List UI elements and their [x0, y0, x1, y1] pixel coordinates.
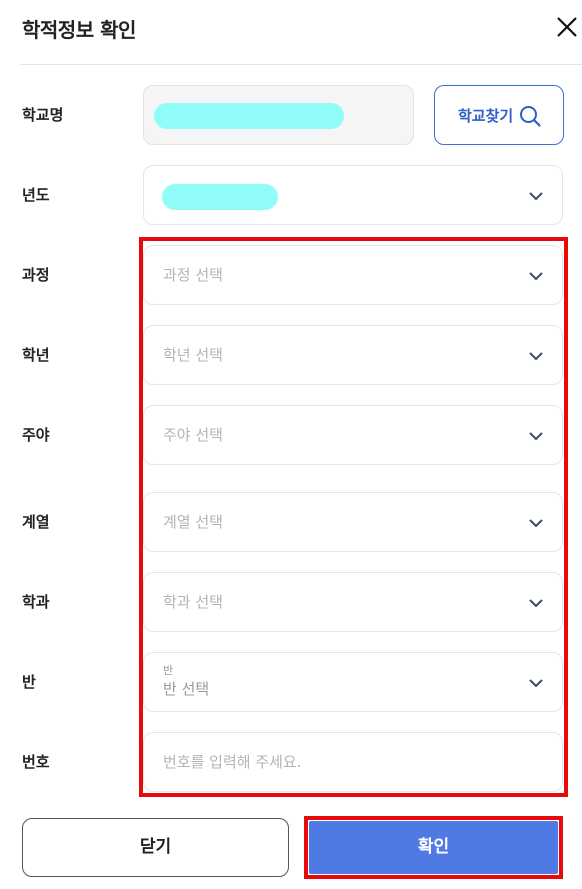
find-school-label: 학교찾기	[458, 107, 514, 125]
redacted-year-value	[162, 184, 278, 210]
number-label: 번호	[22, 753, 50, 771]
daynight-select[interactable]: 주야 선택	[143, 405, 563, 465]
daynight-label: 주야	[22, 426, 50, 444]
number-input[interactable]: 번호를 입력해 주세요.	[143, 732, 563, 792]
chevron-down-icon	[529, 352, 543, 361]
class-floating-label: 반	[163, 664, 174, 677]
chevron-down-icon	[529, 192, 543, 201]
grade-placeholder: 학년 선택	[163, 346, 223, 364]
school-field	[143, 85, 414, 145]
class-select[interactable]: 반 반 선택	[143, 652, 563, 712]
chevron-down-icon	[529, 432, 543, 441]
header-divider	[20, 64, 582, 65]
search-icon	[520, 106, 541, 127]
class-placeholder: 반 선택	[163, 680, 210, 698]
course-label: 과정	[22, 266, 50, 284]
redacted-school-value	[154, 103, 344, 129]
track-placeholder: 계열 선택	[163, 513, 223, 531]
course-select[interactable]: 과정 선택	[143, 245, 563, 305]
close-button[interactable]	[552, 12, 582, 42]
department-label: 학과	[22, 593, 50, 611]
department-select[interactable]: 학과 선택	[143, 572, 563, 632]
chevron-down-icon	[529, 519, 543, 528]
chevron-down-icon	[529, 679, 543, 688]
department-placeholder: 학과 선택	[163, 593, 223, 611]
year-label: 년도	[22, 186, 50, 204]
grade-select[interactable]: 학년 선택	[143, 325, 563, 385]
chevron-down-icon	[529, 272, 543, 281]
chevron-down-icon	[529, 599, 543, 608]
course-placeholder: 과정 선택	[163, 266, 223, 284]
grade-label: 학년	[22, 346, 50, 364]
class-label: 반	[22, 673, 36, 691]
close-dialog-button[interactable]: 닫기	[22, 818, 289, 877]
close-icon[interactable]	[552, 12, 582, 42]
page-title: 학적정보 확인	[22, 18, 136, 42]
year-select[interactable]	[143, 165, 563, 225]
find-school-button[interactable]: 학교찾기	[434, 85, 564, 145]
number-placeholder: 번호를 입력해 주세요.	[163, 753, 302, 771]
daynight-placeholder: 주야 선택	[163, 426, 223, 444]
confirm-button[interactable]: 확인	[309, 821, 558, 874]
track-label: 계열	[22, 513, 50, 531]
modal-header: 학적정보 확인	[0, 0, 582, 64]
school-label: 학교명	[22, 106, 64, 124]
track-select[interactable]: 계열 선택	[143, 492, 563, 552]
